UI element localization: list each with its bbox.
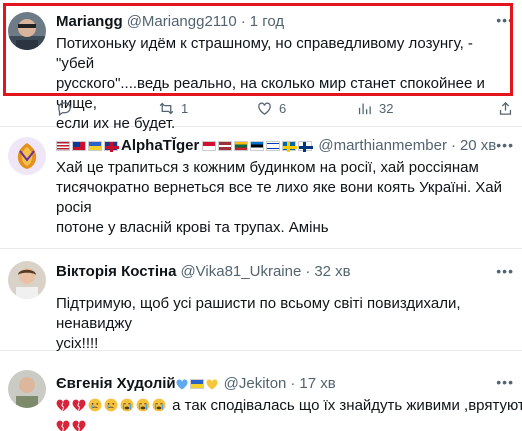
yellow-heart-icon bbox=[206, 378, 218, 389]
tweet-text-line: Потихоньку идём к страшному, но справедл… bbox=[56, 35, 473, 72]
crying-face-icon bbox=[88, 398, 102, 412]
flag-indonesia-icon bbox=[202, 141, 217, 151]
author-handle[interactable]: @Vika81_Ukraine bbox=[180, 263, 301, 281]
avatar[interactable] bbox=[8, 370, 46, 408]
tweet-text: Потихоньку идём к страшному, но справедл… bbox=[56, 34, 514, 134]
tweet-text-line: потоне у власній крові та трупах. Амінь bbox=[56, 219, 329, 236]
tweet-3[interactable]: Вікторія Костіна @Vika81_Ukraine · 32 хв… bbox=[0, 249, 522, 354]
author-handle[interactable]: @marthianmember bbox=[318, 137, 447, 155]
tweet-text: Підтримую, щоб усі рашисти по всьому сві… bbox=[56, 294, 514, 354]
separator-dot: · bbox=[290, 375, 296, 392]
timestamp[interactable]: 32 хв bbox=[314, 263, 350, 281]
broken-heart-icon bbox=[72, 399, 86, 412]
author-handle[interactable]: @Mariangg2110 bbox=[127, 13, 237, 31]
retweet-count: 1 bbox=[181, 100, 189, 116]
more-icon[interactable]: ••• bbox=[496, 12, 514, 28]
tweet-2[interactable]: AlphaTĬger @marthianmember · 20 хв Хай ц… bbox=[0, 127, 522, 249]
tweet-text-line: а так сподівалась що їх знайдуть живими … bbox=[172, 397, 522, 414]
broken-heart-icon bbox=[56, 399, 70, 412]
reply-icon bbox=[58, 101, 71, 116]
flag-estonia-icon bbox=[250, 141, 265, 151]
like-button[interactable]: 6 bbox=[256, 100, 356, 117]
more-icon[interactable]: ••• bbox=[496, 137, 514, 153]
timestamp[interactable]: 1 год bbox=[250, 13, 284, 31]
flag-taiwan-icon bbox=[72, 141, 86, 151]
flag-ukraine-icon bbox=[189, 379, 204, 389]
author-name[interactable]: Mariangg bbox=[56, 13, 123, 31]
separator-dot: · bbox=[240, 13, 246, 30]
tweet-text: Хай це трапиться з кожним будинком на ро… bbox=[56, 158, 514, 238]
flag-ukraine-icon bbox=[88, 141, 102, 151]
flag-lithuania-icon bbox=[234, 141, 249, 151]
retweet-button[interactable]: 1 bbox=[158, 100, 256, 117]
tweet-text: а так сподівалась що їх знайдуть живими … bbox=[56, 396, 522, 416]
avatar[interactable] bbox=[8, 12, 46, 50]
share-button[interactable] bbox=[497, 100, 514, 117]
views-count: 32 bbox=[379, 100, 394, 116]
flag-sweden-icon bbox=[282, 141, 298, 152]
author-name[interactable]: AlphaTĬger bbox=[121, 137, 199, 155]
share-icon bbox=[499, 101, 512, 115]
tweet-4[interactable]: Євгенія Худолій @Jekiton · 17 хв а так с… bbox=[0, 362, 522, 431]
crying-face-icon bbox=[104, 398, 118, 412]
tweet-text-line: Хай це трапиться з кожним будинком на ро… bbox=[56, 159, 479, 176]
avatar[interactable] bbox=[8, 137, 46, 175]
tweet-feed: Mariangg @Mariangg2110 · 1 год Потихоньк… bbox=[0, 0, 522, 431]
reply-button[interactable] bbox=[56, 100, 158, 117]
timestamp[interactable]: 20 хв bbox=[460, 137, 496, 155]
sobbing-face-icon bbox=[136, 398, 150, 412]
tweet-text-line: тисячократно вернеться все те лихо яке в… bbox=[56, 179, 503, 216]
flag-finland-icon bbox=[298, 141, 314, 152]
timestamp[interactable]: 17 хв bbox=[299, 375, 335, 393]
sobbing-face-icon bbox=[152, 398, 166, 412]
like-count: 6 bbox=[279, 100, 287, 116]
sobbing-face-icon bbox=[120, 398, 134, 412]
flag-israel-icon bbox=[266, 141, 281, 151]
tweet-text-line: Підтримую, щоб усі рашисти по всьому сві… bbox=[56, 295, 461, 332]
broken-heart-icon bbox=[72, 420, 86, 431]
author-name[interactable]: Євгенія Худолій bbox=[56, 375, 176, 393]
more-icon[interactable]: ••• bbox=[496, 263, 514, 279]
tweet-text-line: усіх!!!! bbox=[56, 335, 99, 352]
flag-latvia-icon bbox=[218, 141, 233, 151]
separator-dot: · bbox=[305, 263, 311, 280]
views-button[interactable]: 32 bbox=[356, 100, 446, 117]
separator-dot: · bbox=[450, 137, 456, 154]
blue-heart-icon bbox=[176, 378, 188, 389]
heart-icon bbox=[258, 102, 271, 115]
more-icon[interactable]: ••• bbox=[496, 374, 514, 390]
views-icon bbox=[358, 103, 371, 114]
retweet-icon bbox=[159, 102, 174, 114]
author-name[interactable]: Вікторія Костіна bbox=[56, 263, 176, 281]
flag-uk-icon bbox=[104, 141, 119, 152]
author-handle[interactable]: @Jekiton bbox=[224, 375, 287, 393]
avatar[interactable] bbox=[8, 261, 46, 299]
broken-heart-icon bbox=[56, 420, 70, 431]
tweet-1[interactable]: Mariangg @Mariangg2110 · 1 год Потихоньк… bbox=[0, 0, 522, 132]
flag-usa-icon bbox=[56, 141, 70, 151]
